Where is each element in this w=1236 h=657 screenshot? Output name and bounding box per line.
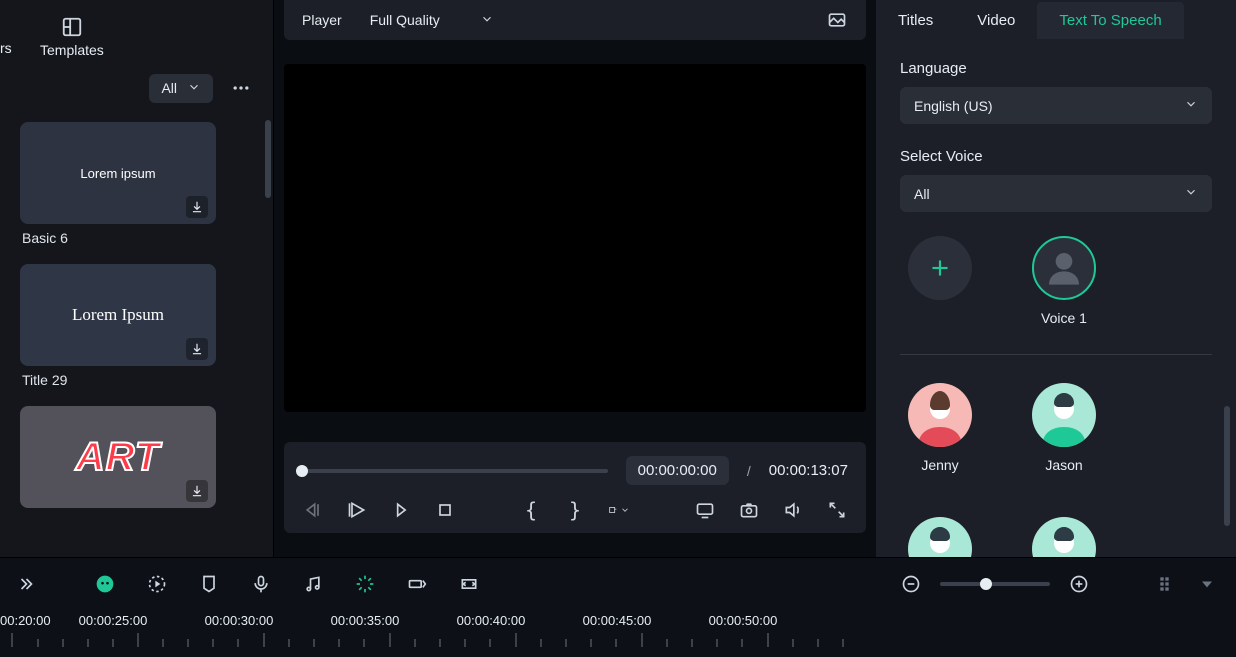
zoom-slider[interactable] (940, 582, 1050, 586)
left-panel: rs Templates All Lorem ipsu (0, 0, 274, 557)
download-icon[interactable] (186, 196, 208, 218)
download-icon[interactable] (186, 338, 208, 360)
voice-option[interactable] (908, 517, 972, 557)
chevron-down-icon (1184, 97, 1198, 114)
player-panel: Player Full Quality 00:00:00:00 / (274, 0, 876, 557)
mark-out-button[interactable]: } (564, 499, 586, 521)
template-item[interactable]: Lorem Ipsum Title 29 (20, 264, 216, 388)
audio-mixer-button[interactable] (302, 573, 324, 595)
ruler-tick: 00:00:45:00 (554, 613, 680, 628)
ruler-tick: 00:00:50:00 (680, 613, 806, 628)
voice-label: Select Voice (900, 148, 1212, 165)
voice-option[interactable] (1032, 517, 1096, 557)
seek-slider[interactable] (302, 469, 608, 473)
template-preview-text: ART (76, 435, 160, 480)
language-value: English (US) (914, 98, 993, 114)
voice-selected[interactable] (1032, 236, 1096, 300)
download-icon[interactable] (186, 480, 208, 502)
left-filter-select[interactable]: All (149, 74, 213, 103)
divider (900, 354, 1212, 355)
tab-tts[interactable]: Text To Speech (1037, 2, 1183, 39)
left-filter-value: All (161, 80, 177, 96)
next-frame-button[interactable] (390, 499, 412, 521)
track-size-button[interactable] (1156, 573, 1178, 595)
quality-value: Full Quality (370, 12, 440, 28)
scrollbar-handle[interactable] (1224, 406, 1230, 526)
display-settings-button[interactable] (694, 499, 716, 521)
left-top-tabs: rs Templates (0, 0, 273, 58)
track-size-dropdown[interactable] (1196, 573, 1218, 595)
ai-assistant-button[interactable] (94, 573, 116, 595)
voice-option[interactable] (908, 383, 972, 447)
crop-ratio-button[interactable] (608, 499, 630, 521)
ruler-ticks-icon (0, 633, 870, 651)
ruler-tick: 00:20:00 (0, 613, 50, 628)
template-item[interactable]: ART (20, 406, 216, 508)
play-button[interactable] (346, 499, 368, 521)
template-preview-text: Lorem ipsum (80, 166, 155, 181)
template-label: Basic 6 (22, 230, 216, 246)
ruler-tick: 00:00:25:00 (50, 613, 176, 628)
more-options-button[interactable] (223, 70, 259, 106)
player-title: Player (302, 12, 342, 28)
auto-cut-button[interactable] (354, 573, 376, 595)
language-label: Language (900, 60, 1212, 77)
templates-icon (61, 16, 83, 38)
zoom-in-button[interactable] (1068, 573, 1090, 595)
right-panel: Titles Video Text To Speech Language Eng… (876, 0, 1236, 557)
camera-snapshot-button[interactable] (738, 499, 760, 521)
player-viewport[interactable] (284, 64, 866, 412)
templates-list[interactable]: Lorem ipsum Basic 6 Lorem Ipsum Title 29 (0, 114, 273, 557)
tab-video[interactable]: Video (955, 2, 1037, 39)
template-preview-text: Lorem Ipsum (72, 305, 164, 325)
ruler-tick: 00:00:30:00 (176, 613, 302, 628)
prev-frame-button[interactable] (302, 499, 324, 521)
chevron-down-icon (480, 12, 494, 29)
voice-filter-value: All (914, 186, 930, 202)
template-label: Title 29 (22, 372, 216, 388)
chevron-down-icon (1184, 185, 1198, 202)
scrollbar-handle[interactable] (265, 120, 271, 198)
time-separator: / (747, 463, 751, 479)
voice-filter-select[interactable]: All (900, 175, 1212, 212)
render-preview-button[interactable] (146, 573, 168, 595)
add-voice-button[interactable] (908, 236, 972, 300)
voiceover-mic-button[interactable] (250, 573, 272, 595)
marker-button[interactable] (198, 573, 220, 595)
ruler-tick: 00:00:40:00 (428, 613, 554, 628)
fullscreen-button[interactable] (826, 499, 848, 521)
zoom-handle[interactable] (980, 578, 992, 590)
expand-tools-button[interactable] (18, 573, 40, 595)
current-time: 00:00:00:00 (626, 456, 729, 485)
voice-name: Jenny (921, 457, 958, 473)
seek-handle[interactable] (296, 465, 308, 477)
volume-button[interactable] (782, 499, 804, 521)
language-select[interactable]: English (US) (900, 87, 1212, 124)
mark-in-button[interactable]: { (520, 499, 542, 521)
ruler-tick: 00:00:35:00 (302, 613, 428, 628)
voice-option[interactable] (1032, 383, 1096, 447)
right-tabs: Titles Video Text To Speech (876, 0, 1236, 40)
tab-templates[interactable]: Templates (40, 16, 104, 58)
chevron-down-icon (187, 80, 201, 97)
fit-width-button[interactable] (458, 573, 480, 595)
timeline-panel: 00:20:00 00:00:25:00 00:00:30:00 00:00:3… (0, 557, 1236, 657)
snapshot-compare-icon[interactable] (826, 9, 848, 31)
stop-button[interactable] (434, 499, 456, 521)
tab-titles[interactable]: Titles (876, 2, 955, 39)
quality-select[interactable]: Full Quality (362, 8, 524, 33)
timeline-ruler[interactable]: 00:20:00 00:00:25:00 00:00:30:00 00:00:3… (0, 609, 1236, 657)
left-tab-partial[interactable]: rs (0, 40, 12, 56)
zoom-out-button[interactable] (900, 573, 922, 595)
template-item[interactable]: Lorem ipsum Basic 6 (20, 122, 216, 246)
tab-templates-label: Templates (40, 42, 104, 58)
ripple-edit-button[interactable] (406, 573, 428, 595)
voice-name: Voice 1 (1041, 310, 1087, 326)
duration: 00:00:13:07 (769, 462, 848, 479)
voice-name: Jason (1045, 457, 1082, 473)
